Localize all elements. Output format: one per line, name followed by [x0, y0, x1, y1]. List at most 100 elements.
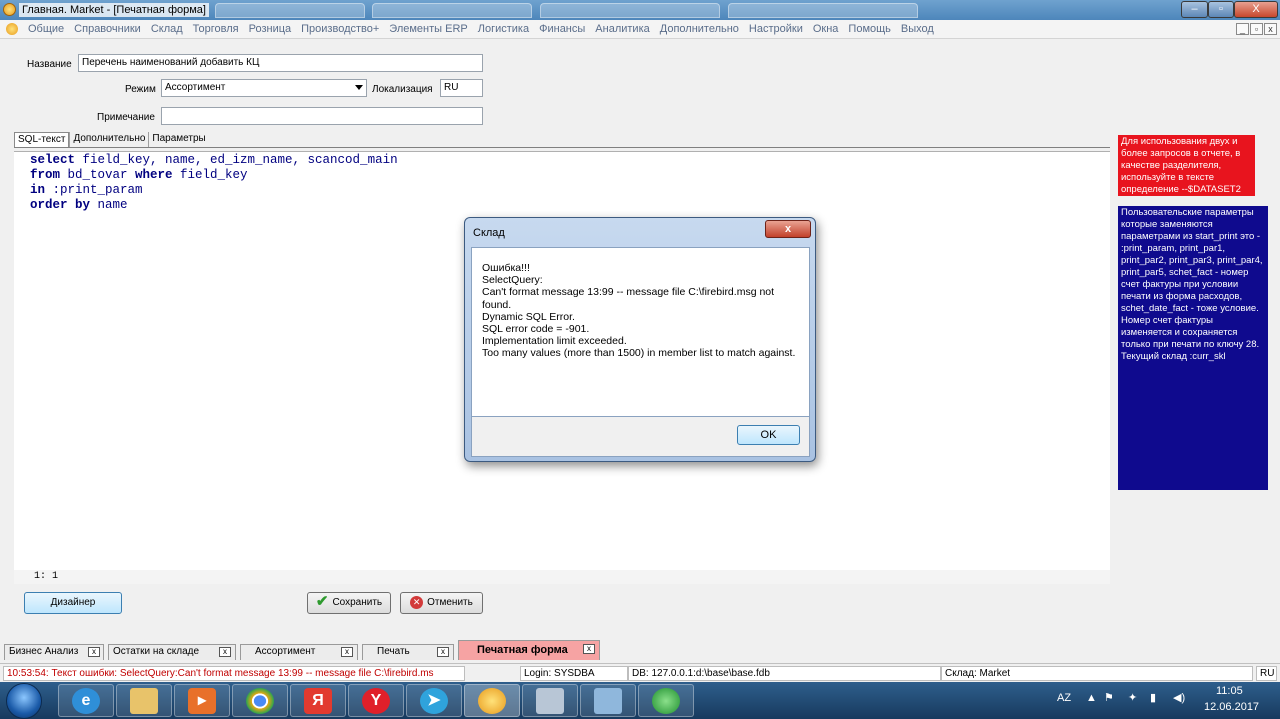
volume-icon[interactable]: ◀): [1173, 691, 1185, 704]
tray-app-icon[interactable]: ✦: [1128, 691, 1137, 704]
taskbar-telegram[interactable]: ➤: [406, 684, 462, 717]
menu-production[interactable]: Производство+: [301, 23, 379, 36]
error-dialog: Склад x Ошибка!!! SelectQuery: Can't for…: [464, 217, 816, 462]
ie-icon: e: [72, 688, 100, 714]
ok-button[interactable]: OK: [737, 425, 800, 445]
menu-references[interactable]: Справочники: [74, 23, 141, 36]
name-field[interactable]: Перечень наименований добавить КЦ: [78, 54, 483, 72]
menu-help[interactable]: Помощь: [848, 23, 891, 36]
note-field[interactable]: [161, 107, 483, 125]
clock-date[interactable]: 12.06.2017: [1204, 701, 1259, 713]
menu-erp[interactable]: Элементы ERP: [389, 23, 467, 36]
mdi-minimize-button[interactable]: _: [1236, 23, 1249, 35]
error-line: Dynamic SQL Error.: [482, 310, 575, 323]
minimize-button[interactable]: –: [1181, 1, 1208, 18]
status-error-message: 10:53:54: Текст ошибки: SelectQuery:Can'…: [3, 666, 465, 681]
mdi-close-button[interactable]: x: [1264, 23, 1277, 35]
tray-expand-icon[interactable]: ▲: [1086, 692, 1097, 704]
dialog-footer: OK: [471, 417, 810, 457]
yandex-icon: Y: [362, 688, 390, 714]
menu-trade[interactable]: Торговля: [193, 23, 239, 36]
background-window-tab: [215, 3, 365, 18]
chrome-icon: [246, 688, 274, 714]
name-label: Название: [27, 59, 72, 70]
menu-windows[interactable]: Окна: [813, 23, 839, 36]
doc-tab-print-form[interactable]: Печатная форма x: [458, 640, 600, 660]
doc-tab-print[interactable]: Печать x: [362, 644, 454, 660]
taskbar-green-app[interactable]: [638, 684, 694, 717]
keyboard-language[interactable]: AZ: [1057, 692, 1071, 704]
tab-additional[interactable]: Дополнительно: [69, 132, 148, 148]
start-button[interactable]: [6, 683, 42, 719]
error-line: SelectQuery:: [482, 274, 543, 287]
error-line: Too many values (more than 1500) in memb…: [482, 347, 796, 360]
taskbar-yandex-browser[interactable]: Я: [290, 684, 346, 717]
error-line: Implementation limit exceeded.: [482, 335, 627, 348]
menu-analytics[interactable]: Аналитика: [595, 23, 649, 36]
doc-tab-business-analysis[interactable]: Бизнес Анализ x: [4, 644, 104, 660]
taskbar-market-app[interactable]: [464, 684, 520, 717]
status-bar: 10:53:54: Текст ошибки: SelectQuery:Can'…: [0, 663, 1280, 682]
network-icon[interactable]: ▮: [1150, 691, 1156, 704]
save-button[interactable]: ✔ Сохранить: [307, 592, 391, 614]
tab-sql-text[interactable]: SQL-текст: [14, 132, 70, 148]
menu-retail[interactable]: Розница: [249, 23, 292, 36]
doc-tab-stock[interactable]: Остатки на складе x: [108, 644, 236, 660]
telegram-icon: ➤: [420, 688, 448, 714]
checkmark-icon: ✔: [315, 593, 329, 611]
editor-tabs: SQL-текст Дополнительно Параметры: [14, 132, 209, 148]
taskbar-notepad[interactable]: [580, 684, 636, 717]
cancel-button-label: Отменить: [427, 597, 473, 608]
mode-label: Режим: [125, 84, 156, 95]
window-title-bar[interactable]: Главная. Market - [Печатная форма] – ▫ X: [0, 0, 1280, 20]
editor-gutter: [14, 152, 27, 570]
chevron-down-icon: [355, 85, 363, 90]
cancel-button[interactable]: ✕ Отменить: [400, 592, 483, 614]
action-center-icon[interactable]: ⚑: [1104, 691, 1114, 704]
dialog-close-button[interactable]: x: [765, 220, 811, 238]
menu-settings[interactable]: Настройки: [749, 23, 803, 36]
taskbar-yandex[interactable]: Y: [348, 684, 404, 717]
close-icon[interactable]: x: [583, 644, 595, 654]
localization-field[interactable]: RU: [440, 79, 483, 97]
calculator-icon: [536, 688, 564, 714]
mode-select[interactable]: Ассортимент: [161, 79, 367, 97]
close-icon[interactable]: x: [437, 647, 449, 657]
menu-warehouse[interactable]: Склад: [151, 23, 183, 36]
taskbar-chrome[interactable]: [232, 684, 288, 717]
background-window-tab: [728, 3, 918, 18]
localization-label: Локализация: [372, 84, 433, 95]
tab-parameters[interactable]: Параметры: [148, 132, 208, 148]
menu-finance[interactable]: Финансы: [539, 23, 585, 36]
close-icon[interactable]: x: [88, 647, 100, 657]
menu-exit[interactable]: Выход: [901, 23, 934, 36]
taskbar-explorer[interactable]: [116, 684, 172, 717]
code-line: order by name: [30, 198, 128, 212]
menu-general[interactable]: Общие: [28, 23, 64, 36]
green-app-icon: [652, 688, 680, 714]
clock-time[interactable]: 11:05: [1216, 685, 1243, 697]
background-window-tab: [372, 3, 532, 18]
taskbar-calculator[interactable]: [522, 684, 578, 717]
menu-additional[interactable]: Дополнительно: [660, 23, 739, 36]
close-icon[interactable]: x: [219, 647, 231, 657]
doc-tab-label: Печатная форма: [477, 644, 568, 656]
mode-select-value: Ассортимент: [165, 82, 226, 93]
doc-tab-assortment[interactable]: Ассортимент x: [240, 644, 358, 660]
taskbar-media-player[interactable]: ▸: [174, 684, 230, 717]
menu-logistics[interactable]: Логистика: [478, 23, 529, 36]
mdi-restore-button[interactable]: ▫: [1250, 23, 1263, 35]
code-line: select field_key, name, ed_izm_name, sca…: [30, 153, 398, 167]
restore-button[interactable]: ▫: [1208, 1, 1234, 18]
close-button[interactable]: X: [1234, 1, 1278, 18]
error-message: Ошибка!!! SelectQuery: Can't format mess…: [482, 262, 802, 360]
app-icon: [3, 3, 16, 16]
menu-bar: Общие Справочники Склад Торговля Розница…: [0, 20, 1280, 39]
designer-button[interactable]: Дизайнер: [24, 592, 122, 614]
doc-tab-label: Ассортимент: [255, 646, 316, 657]
taskbar-ie[interactable]: e: [58, 684, 114, 717]
explorer-icon: [130, 688, 158, 714]
note-label: Примечание: [97, 112, 155, 123]
app-menu-icon[interactable]: [6, 23, 18, 35]
close-icon[interactable]: x: [341, 647, 353, 657]
